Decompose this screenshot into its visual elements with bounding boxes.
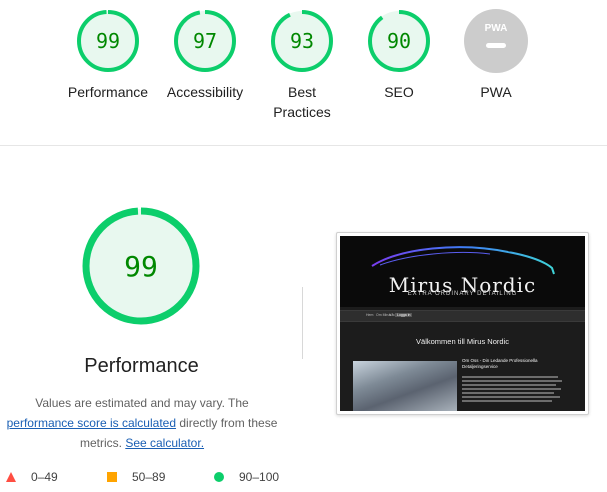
screenshot-text-line [462, 392, 554, 394]
gauge-label-line1: Best [287, 84, 316, 100]
score-calculated-link[interactable]: performance score is calculated [7, 416, 176, 430]
pwa-badge-icon: PWA [464, 9, 528, 73]
performance-title: Performance [84, 355, 199, 377]
final-screenshot[interactable]: Mirus Nordic EXTRA ORDINARY DETAILING He… [336, 232, 589, 415]
screenshot-text-line [462, 396, 560, 398]
gauge-score: 97 [193, 29, 217, 53]
gauge-label-line2: Practices [273, 104, 331, 120]
see-calculator-link[interactable]: See calculator. [125, 436, 204, 450]
gauge-ring: 99 [77, 10, 139, 72]
gauge-score: 99 [96, 29, 120, 53]
gauge-label: SEO [384, 84, 414, 100]
fail-triangle-icon [6, 472, 16, 482]
performance-description: Values are estimated and may vary. The p… [2, 393, 282, 453]
gauge-label: Best Practices [252, 82, 352, 122]
category-gauges: 99 Performance 97 Accessibility 93 Best … [0, 0, 607, 145]
gauge-best-practices[interactable]: 93 Best Practices [252, 8, 352, 122]
gauge-ring: 97 [174, 10, 236, 72]
screenshot-headline: Om Oss - Din Ledande Professionella Deta… [462, 358, 572, 370]
pwa-badge-text: PWA [485, 23, 508, 34]
performance-score: 99 [124, 250, 158, 283]
pass-circle-icon [214, 472, 224, 482]
gauge-performance[interactable]: 99 Performance [58, 8, 158, 102]
gauge-pwa[interactable]: PWA PWA [446, 8, 546, 102]
score-legend: 0–49 50–89 90–100 [0, 470, 607, 486]
section-divider [0, 145, 607, 146]
gauge-score: 90 [387, 29, 411, 53]
gauge-ring: 90 [368, 10, 430, 72]
screenshot-nav-item: Hem [366, 313, 374, 317]
screenshot-text-line [462, 400, 552, 402]
legend-range: 0–49 [31, 470, 58, 484]
performance-big-gauge[interactable]: 99 [81, 206, 201, 331]
screenshot-nav-item: Logga in [395, 313, 413, 317]
screenshot-image: Mirus Nordic EXTRA ORDINARY DETAILING He… [340, 236, 585, 411]
screenshot-navbar: Hem Om Mirus Våra tjänster Logga in [340, 310, 585, 322]
gauge-ring: 93 [271, 10, 333, 72]
legend-range: 90–100 [239, 470, 280, 484]
screenshot-headline-line2: Detaljeringservice [462, 364, 498, 369]
vertical-divider [302, 287, 303, 359]
gauge-label: Performance [67, 84, 149, 100]
screenshot-welcome: Välkommen till Mirus Nordic [416, 337, 509, 346]
screenshot-headline-line1: Om Oss - Din Ledande Professionella [462, 358, 538, 363]
gauge-seo[interactable]: 90 SEO [349, 8, 449, 102]
gauge-label: Accessibility [166, 84, 244, 100]
description-text: Values are estimated and may vary. The [35, 396, 249, 410]
screenshot-text-line [462, 384, 556, 386]
screenshot-text-line [462, 376, 558, 378]
gauge-ring: 99 [82, 207, 200, 325]
screenshot-text-line [462, 380, 562, 382]
legend-range: 50–89 [132, 470, 166, 484]
average-square-icon [107, 472, 117, 482]
gauge-accessibility[interactable]: 97 Accessibility [155, 8, 255, 102]
gauge-score: 93 [290, 29, 314, 53]
screenshot-photo [353, 361, 457, 411]
screenshot-text-line [462, 388, 561, 390]
gauge-label: PWA [480, 84, 512, 100]
screenshot-tagline: EXTRA ORDINARY DETAILING [407, 291, 518, 297]
